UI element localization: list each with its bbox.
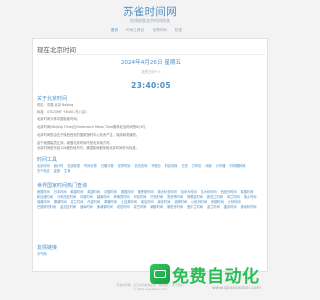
country-time-link[interactable]: 埃及时间 — [141, 200, 154, 204]
friend-links-list: 天气网 — [37, 252, 265, 257]
tool-link[interactable]: 农历查询 — [134, 164, 147, 168]
country-time-link[interactable]: 荷兰时间 — [227, 195, 240, 199]
country-time-link[interactable]: 芬兰时间 — [71, 200, 84, 204]
tool-link[interactable]: 万年历 — [192, 164, 202, 168]
tool-link[interactable]: 节假日 — [151, 164, 161, 168]
section-title-about: 关于北京时间 — [37, 96, 68, 102]
date-display: 2024年4月26日 星期五 — [120, 60, 182, 66]
tool-link[interactable]: 世界时钟 — [118, 164, 131, 168]
lunar-date: 农历三月十八 — [141, 70, 161, 74]
country-time-link[interactable]: 土耳其时间 — [121, 200, 137, 204]
about-line: 北京时间是东经120度的地方时，我国各地都采用北京时间作为标准。 — [37, 146, 139, 150]
banner-domain: www.qiaoxiaobai.com — [212, 286, 261, 291]
country-time-link[interactable]: 孟加拉时间 — [60, 205, 76, 209]
country-time-link[interactable]: 马来西亚时间 — [57, 195, 76, 199]
divider — [37, 54, 265, 55]
section-title-tools: 时间工具 — [37, 157, 58, 163]
country-time-link[interactable]: 加拿大时间 — [181, 190, 197, 194]
country-time-link[interactable]: 柬埔寨时间 — [97, 205, 113, 209]
country-time-link[interactable]: 朝鲜时间 — [150, 205, 163, 209]
country-time-link[interactable]: 菲律宾时间 — [114, 195, 130, 199]
section-title-links: 友情链接 — [37, 245, 58, 251]
app-icon — [150, 264, 170, 284]
tool-link[interactable]: 闹钟 — [205, 164, 211, 168]
tool-link[interactable]: 在线秒表 — [67, 164, 80, 168]
about-standard: 标准：UTC/GMT +8:00 (东八区) — [37, 110, 87, 114]
country-time-link[interactable]: 法国时间 — [104, 190, 117, 194]
country-time-link[interactable]: 丹麦时间 — [87, 200, 100, 204]
country-time-link[interactable]: 以色列时间 — [191, 200, 207, 204]
tool-link[interactable]: 倒计时 — [54, 164, 64, 168]
country-time-link[interactable]: 葡萄牙时间 — [167, 205, 183, 209]
country-time-link[interactable]: 英国时间 — [87, 190, 100, 194]
country-time-link[interactable]: 美国时间 — [37, 190, 50, 194]
country-time-link[interactable]: 缅甸时间 — [80, 205, 93, 209]
site-logo[interactable]: 苏雀时间网 — [0, 4, 300, 19]
page-title: 现在北京时间 — [37, 46, 76, 54]
site-header: 苏雀时间网 在线校准北京时间校准 首页 时间工具包 世界时间 校准 — [0, 0, 300, 36]
country-time-link[interactable]: 南非时间 — [158, 200, 171, 204]
banner-slogan: 免费自动化 — [172, 267, 260, 287]
main-nav: 首页 时间工具包 世界时间 校准 — [70, 28, 230, 36]
nav-item-world-time[interactable]: 世界时间 — [152, 28, 166, 33]
section-title-world: 世界国家时间热门查询 — [37, 183, 88, 189]
country-time-link[interactable]: 越南时间 — [97, 195, 110, 199]
country-time-link[interactable]: 新西兰时间 — [207, 195, 223, 199]
country-time-link[interactable]: 爱尔兰时间 — [187, 205, 203, 209]
tool-link[interactable]: 天干地支 — [37, 169, 50, 173]
nav-item-calibrate[interactable]: 校准 — [175, 28, 182, 33]
tool-link[interactable]: 时间戳转换 — [229, 164, 245, 168]
country-time-link[interactable]: 意大利时间 — [201, 190, 217, 194]
about-line: 由于我国幅员辽阔，我国北京时间不是北京地方时。 — [37, 141, 113, 145]
country-time-link[interactable]: 蒙古时间 — [134, 205, 147, 209]
tool-link[interactable]: 时间计算 — [84, 164, 97, 168]
country-time-link[interactable]: 沙特时间 — [228, 200, 241, 204]
country-time-link[interactable]: 挪威时间 — [54, 200, 67, 204]
nav-item-tools[interactable]: 时间工具包 — [126, 28, 144, 33]
country-time-link[interactable]: 阿根廷时间 — [187, 195, 203, 199]
tool-link[interactable]: 时区转换 — [165, 164, 178, 168]
country-time-link[interactable]: 墨西哥时间 — [167, 195, 183, 199]
watermark-banner: 免费自动化 www.qiaoxiaobai.com — [150, 262, 290, 292]
country-time-link[interactable]: 伊朗时间 — [211, 200, 224, 204]
tools-list: 北京时间 倒计时 在线秒表 时间计算 日期计算 世界时钟 农历查询 节假日 时区… — [37, 164, 265, 174]
tool-link[interactable]: 计时器 — [216, 164, 226, 168]
country-time-link[interactable]: 瑞士时间 — [244, 195, 257, 199]
country-time-link[interactable]: 韩国时间 — [71, 190, 84, 194]
country-time-link[interactable]: 瑞典时间 — [37, 200, 50, 204]
world-time-list: 美国时间 日本时间 韩国时间 英国时间 法国时间 德国时间 俄罗斯时间 澳大利亚… — [37, 190, 265, 210]
about-line: 北京时间又称中国标准时间。 — [37, 117, 80, 121]
current-time-clock: 23:40:05 — [131, 81, 171, 90]
friend-link[interactable]: 天气网 — [37, 252, 47, 256]
tool-link[interactable]: 生肖 — [64, 169, 70, 173]
country-time-link[interactable]: 巴西时间 — [150, 195, 163, 199]
about-timezone: 时区：中国 北京 Beijing — [37, 103, 74, 107]
tool-link[interactable]: 北京时间 — [37, 164, 50, 168]
nav-item-home[interactable]: 首页 — [111, 28, 118, 33]
country-time-link[interactable]: 澳大利亚时间 — [158, 190, 177, 194]
country-time-link[interactable]: 老挝时间 — [117, 205, 130, 209]
country-time-link[interactable]: 捷克时间 — [224, 205, 237, 209]
country-time-link[interactable]: 泰国时间 — [241, 190, 254, 194]
tool-link[interactable]: 日期计算 — [101, 164, 114, 168]
site-tagline: 在线校准北京时间校准 — [130, 18, 170, 23]
country-time-link[interactable]: 印尼时间 — [134, 195, 147, 199]
country-time-link[interactable]: 迪拜时间 — [174, 200, 187, 204]
country-time-link[interactable]: 日本时间 — [54, 190, 67, 194]
country-time-link[interactable]: 印度时间 — [80, 195, 93, 199]
country-time-link[interactable]: 希腊时间 — [104, 200, 117, 204]
tool-link[interactable]: 日历 — [182, 164, 188, 168]
tool-link[interactable]: 星座 — [54, 169, 60, 173]
about-line: 北京时间是由位于陕西西安的国家授时中心负责产生、保持和发播的。 — [37, 133, 140, 137]
country-time-link[interactable]: 波兰时间 — [207, 205, 220, 209]
country-time-link[interactable]: 西班牙时间 — [221, 190, 237, 194]
country-time-link[interactable]: 俄罗斯时间 — [138, 190, 154, 194]
country-time-link[interactable]: 奥地利时间 — [241, 205, 257, 209]
main-card: 现在北京时间 2024年4月26日 星期五 农历三月十八 23:40:05 关于… — [32, 38, 268, 272]
country-time-link[interactable]: 新加坡时间 — [37, 195, 53, 199]
country-time-link[interactable]: 巴基斯坦时间 — [37, 205, 56, 209]
about-line: 北京时间(Beijing Time)比Greenwich Mean Time格林… — [37, 125, 149, 129]
country-time-link[interactable]: 德国时间 — [121, 190, 134, 194]
